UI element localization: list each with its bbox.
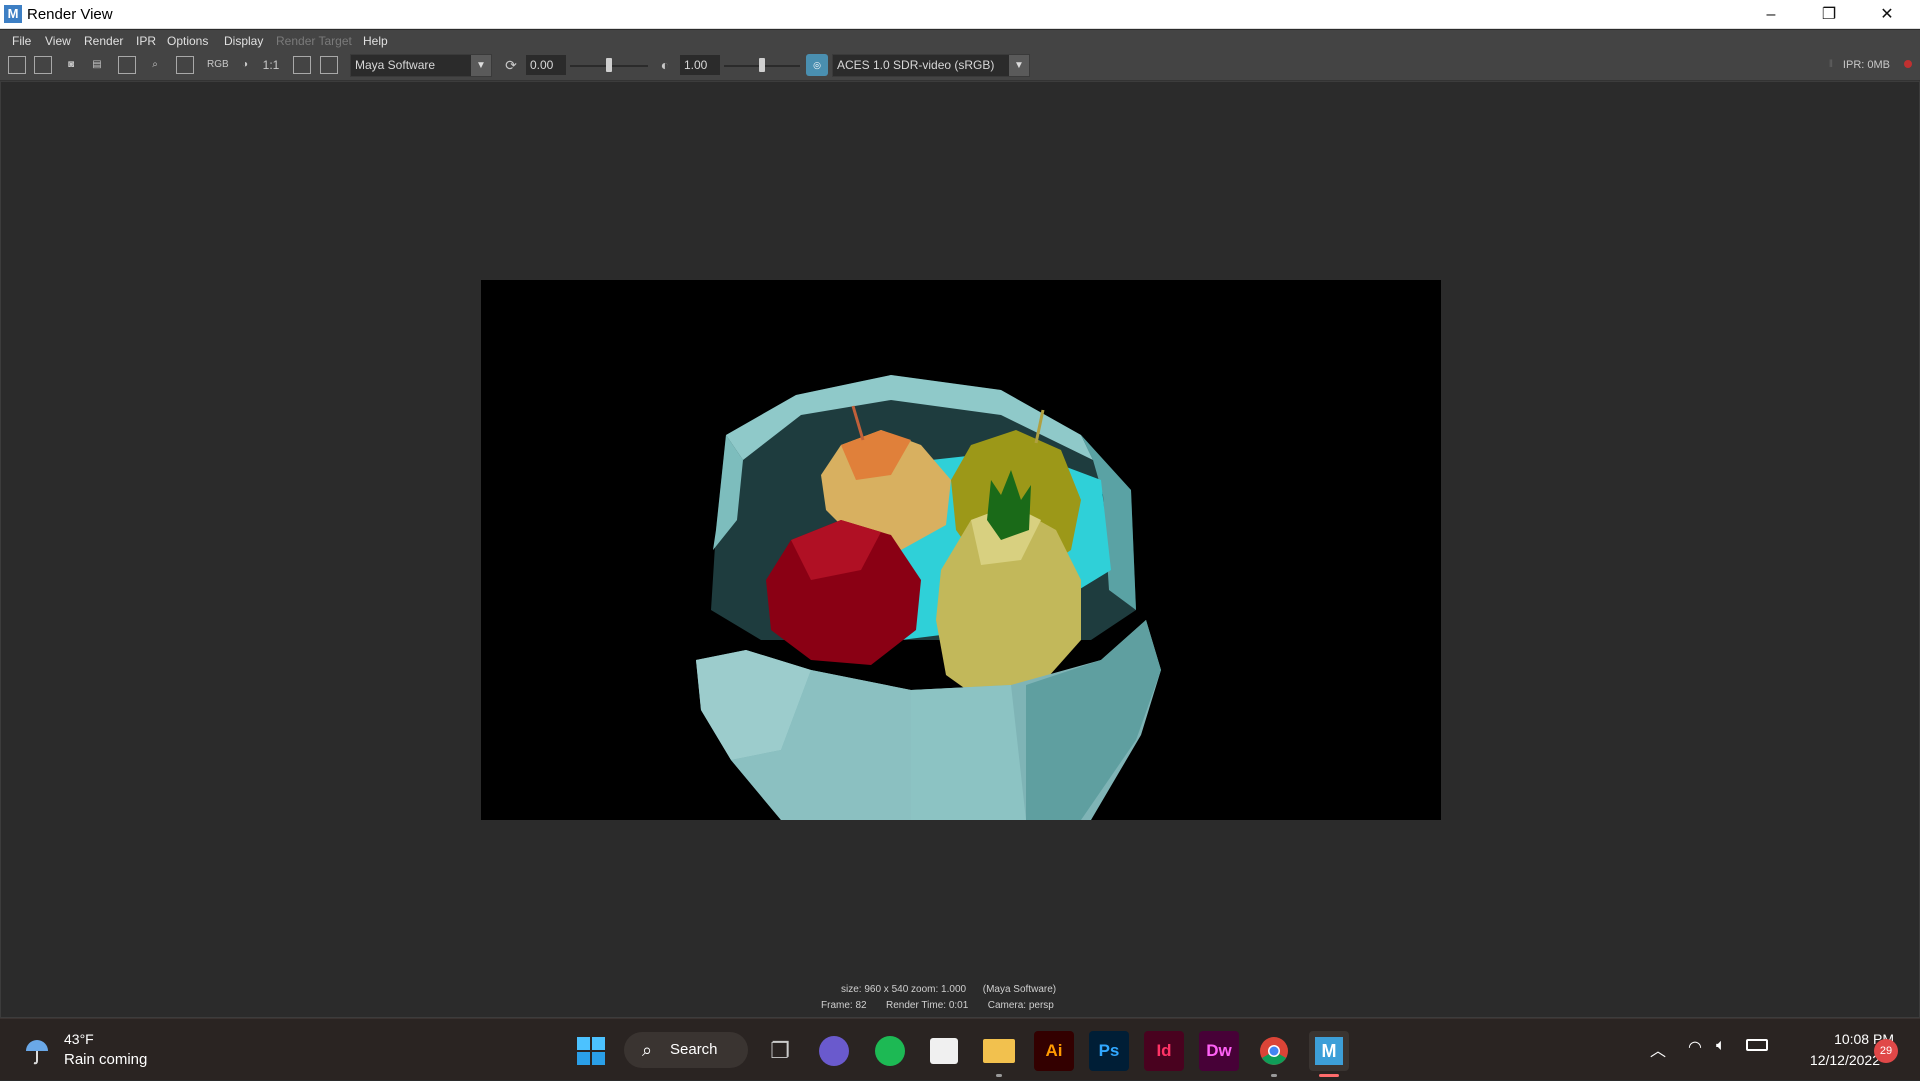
taskbar: 43°F Rain coming ⌕ Search ❐ Ai Ps Id Dw … <box>0 1018 1920 1080</box>
renderer-select[interactable]: Maya Software ▼ <box>350 54 492 77</box>
ipr-memory-label: IPR: 0MB <box>1842 59 1890 71</box>
menu-file[interactable]: File <box>12 34 31 48</box>
menu-render[interactable]: Render <box>84 34 123 48</box>
real-size-button[interactable]: 1:1 <box>262 56 280 74</box>
maya-app-icon: M <box>4 5 22 23</box>
active-app-indicator <box>1319 1074 1339 1077</box>
search-button[interactable]: ⌕ Search <box>624 1032 748 1068</box>
gamma-field[interactable]: 1.00 <box>680 55 720 75</box>
ipr-render-icon[interactable]: ▤ <box>88 56 106 74</box>
chevron-down-icon: ▼ <box>1009 55 1029 76</box>
display-channels-icon[interactable] <box>176 56 194 74</box>
search-label: Search <box>670 1041 718 1058</box>
clear-image-icon[interactable] <box>320 56 338 74</box>
illustrator-icon[interactable]: Ai <box>1034 1031 1074 1071</box>
weather-description[interactable]: Rain coming <box>64 1051 147 1068</box>
gamma-slider-handle[interactable] <box>759 58 765 72</box>
exposure-slider-handle[interactable] <box>606 58 612 72</box>
maya-logo: M <box>1315 1037 1343 1065</box>
render-region-icon[interactable] <box>34 56 52 74</box>
rgb-channels-button[interactable]: RGB <box>207 56 229 74</box>
window-title: Render View <box>27 6 113 23</box>
close-button[interactable]: ✕ <box>1858 0 1916 29</box>
volume-icon[interactable]: 🔈︎ <box>1716 1037 1726 1055</box>
render-toolbar: ◙ ▤ ⌕ RGB ◑ 1:1 Maya Software ▼ ⟳ 0.00 ◐… <box>0 50 1920 81</box>
photoshop-icon[interactable]: Ps <box>1089 1031 1129 1071</box>
search-icon: ⌕ <box>642 1040 653 1060</box>
wifi-icon[interactable]: ◠ <box>1688 1037 1702 1057</box>
title-bar: M Render View – ❐ ✕ <box>0 0 1920 29</box>
exposure-reset-icon[interactable]: ⟳ <box>502 56 520 74</box>
menu-help[interactable]: Help <box>363 34 388 48</box>
menu-options[interactable]: Options <box>167 34 208 48</box>
menu-view[interactable]: View <box>45 34 71 48</box>
dreamweaver-icon[interactable]: Dw <box>1199 1031 1239 1071</box>
maya-icon[interactable]: M <box>1309 1031 1349 1071</box>
windows-icon[interactable] <box>571 1031 611 1071</box>
menu-ipr[interactable]: IPR <box>136 34 156 48</box>
menu-display[interactable]: Display <box>224 34 263 48</box>
frame-image-icon[interactable] <box>293 56 311 74</box>
battery-icon[interactable] <box>1746 1039 1768 1051</box>
keep-image-icon[interactable] <box>118 56 136 74</box>
indesign-icon[interactable]: Id <box>1144 1031 1184 1071</box>
chevron-up-icon[interactable]: ︿ <box>1650 1037 1666 1061</box>
folder-icon[interactable] <box>979 1031 1019 1071</box>
menu-bar: File View Render IPR Options Display Ren… <box>0 30 1920 50</box>
minimize-button[interactable]: – <box>1742 0 1800 29</box>
spotify-icon[interactable] <box>870 1031 910 1071</box>
exposure-field[interactable]: 0.00 <box>526 55 566 75</box>
alpha-channel-icon[interactable]: ◑ <box>236 56 254 74</box>
render-size-info: size: 960 x 540 zoom: 1.000 (Maya Softwa… <box>841 984 1057 995</box>
chevron-down-icon: ▼ <box>471 55 491 76</box>
umbrella-rain-icon[interactable] <box>22 1035 52 1065</box>
chat-icon[interactable] <box>814 1031 854 1071</box>
fruit-bowl-render <box>481 280 1441 820</box>
weather-temperature[interactable]: 43°F <box>64 1031 94 1047</box>
renderer-value: Maya Software <box>355 58 436 72</box>
task-view-icon[interactable]: ❐ <box>760 1031 800 1071</box>
clock-date[interactable]: 12/12/2022 <box>1790 1052 1880 1068</box>
view-transform-value: ACES 1.0 SDR-video (sRGB) <box>837 58 995 72</box>
render-image <box>481 280 1441 820</box>
view-transform-select[interactable]: ACES 1.0 SDR-video (sRGB) ▼ <box>832 54 1030 77</box>
menu-render-target: Render Target <box>276 34 352 48</box>
redo-render-icon[interactable] <box>8 56 26 74</box>
remove-image-icon[interactable]: ⌕ <box>146 56 164 74</box>
render-viewport[interactable]: size: 960 x 540 zoom: 1.000 (Maya Softwa… <box>0 81 1920 1018</box>
chrome-icon[interactable] <box>1254 1031 1294 1071</box>
running-app-indicator <box>996 1074 1002 1077</box>
restore-button[interactable]: ❐ <box>1800 0 1858 29</box>
render-frame-info: Frame: 82 Render Time: 0:01 Camera: pers… <box>821 1000 1054 1011</box>
store-icon[interactable] <box>924 1031 964 1071</box>
snapshot-icon[interactable]: ◙ <box>62 56 80 74</box>
gamma-reset-icon[interactable]: ◐ <box>656 56 674 74</box>
ipr-indicator-icon <box>1904 60 1912 68</box>
notification-badge[interactable]: 29 <box>1874 1039 1898 1063</box>
color-management-icon[interactable]: ◎ <box>806 54 828 76</box>
pause-ipr-icon[interactable]: ‖ <box>1822 56 1840 74</box>
running-app-indicator <box>1271 1074 1277 1077</box>
